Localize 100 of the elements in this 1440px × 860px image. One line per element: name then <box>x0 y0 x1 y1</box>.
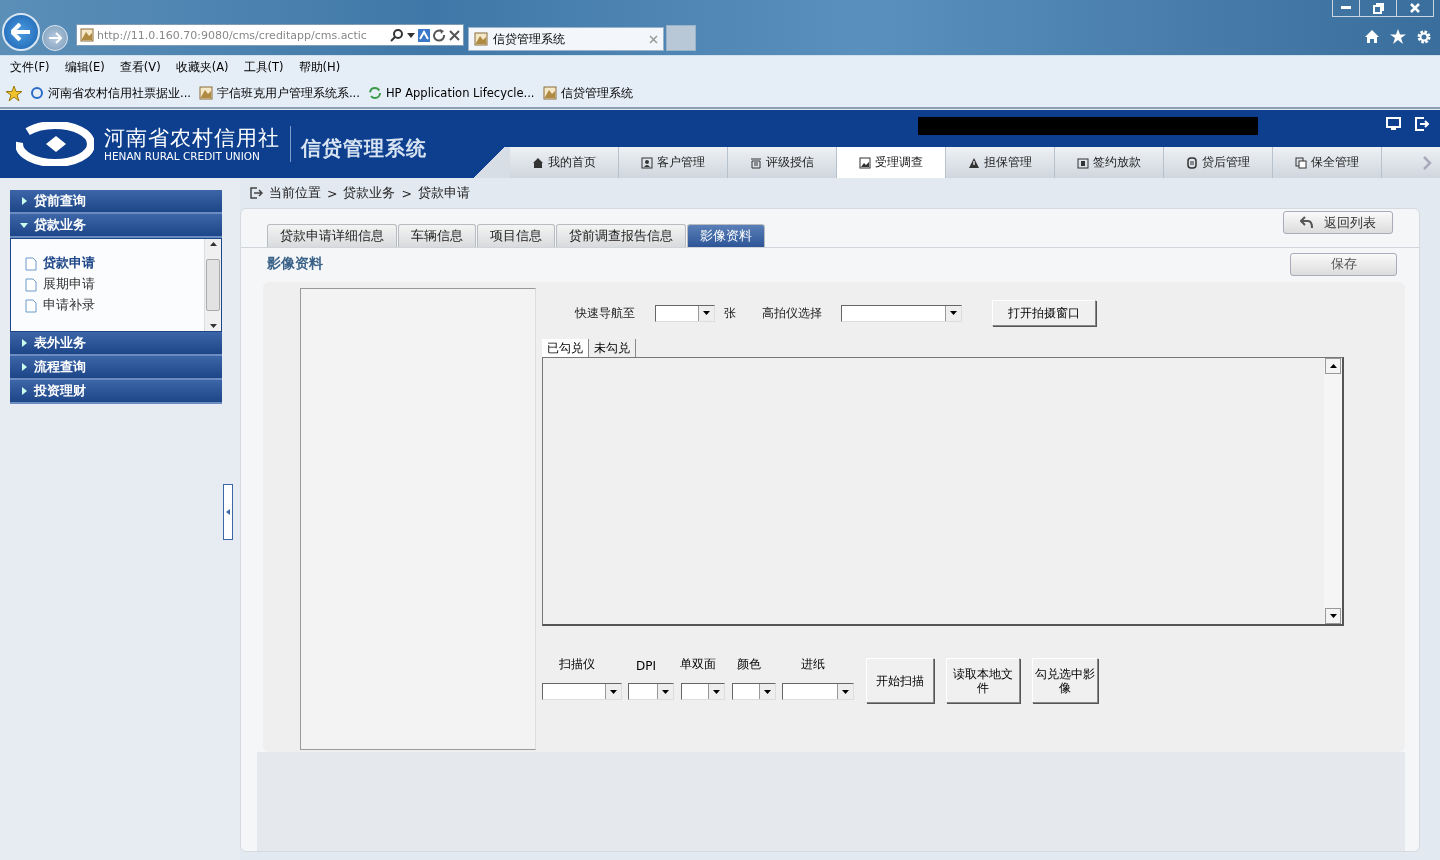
tab[interactable]: 项目信息 <box>477 224 555 247</box>
unit-label: 张 <box>724 304 736 322</box>
sidebar-item[interactable]: 贷款申请 <box>25 255 204 272</box>
org-name-english: HENAN RURAL CREDIT UNION <box>104 150 261 162</box>
caret-right-icon <box>20 339 28 347</box>
scan-button[interactable]: 开始扫描 <box>866 658 934 703</box>
dropdown-field[interactable] <box>782 683 854 700</box>
return-arrow-icon <box>1300 216 1314 229</box>
dropdown-arrow-icon <box>950 311 957 315</box>
scrollbar[interactable] <box>1324 358 1342 624</box>
star-icon[interactable] <box>1390 29 1406 44</box>
page-select[interactable] <box>655 304 715 322</box>
menu-item[interactable]: 帮助(H) <box>298 60 341 75</box>
field-label: DPI <box>636 659 657 673</box>
scroll-up-icon[interactable] <box>209 242 217 246</box>
collapse-handle[interactable] <box>223 484 233 540</box>
favorite-link[interactable]: 宇信班克用户管理系统系... <box>198 85 360 101</box>
tab[interactable]: 贷前调查报告信息 <box>556 224 686 247</box>
back-to-list-button[interactable]: 返回列表 <box>1283 211 1393 234</box>
dropdown-field[interactable] <box>542 683 622 700</box>
sidebar-section[interactable]: 表外业务 <box>10 332 222 356</box>
copy-icon <box>1295 156 1307 169</box>
restore-icon <box>1372 2 1384 14</box>
camera-label: 高拍仪选择 <box>762 304 822 322</box>
check-tab[interactable]: 已勾兑 <box>542 339 589 357</box>
sidebar-item[interactable]: 申请补录 <box>25 297 204 314</box>
forward-arrow-icon <box>48 32 62 44</box>
nav-tab[interactable]: 担保管理 <box>946 147 1055 178</box>
monitor-icon[interactable] <box>1386 117 1401 131</box>
minimize-icon <box>1341 6 1351 10</box>
favorite-link[interactable]: 信贷管理系统 <box>542 85 633 101</box>
sidebar-section[interactable]: 投资理财 <box>10 380 222 404</box>
logo-icon <box>16 122 94 166</box>
forward-button[interactable] <box>42 25 68 51</box>
document-icon <box>25 277 37 292</box>
scrollbar[interactable] <box>204 239 221 331</box>
home-icon[interactable] <box>1364 29 1380 44</box>
nav-tab[interactable]: 签约放款 <box>1055 147 1164 178</box>
address-field[interactable]: http://11.0.160.70:9080/cms/creditapp/cms.actic <box>76 24 464 46</box>
breadcrumb-item: 贷款申请 <box>417 184 470 202</box>
dropdown-field[interactable] <box>732 683 776 700</box>
close-icon <box>1410 3 1420 13</box>
scroll-up-icon[interactable] <box>1329 364 1337 368</box>
nav-tab[interactable]: 我的首页 <box>510 147 619 178</box>
close-icon <box>649 34 658 44</box>
save-button[interactable]: 保存 <box>1290 252 1397 276</box>
dropdown-arrow-icon <box>407 32 415 38</box>
sidebar-section[interactable]: 流程查询 <box>10 356 222 380</box>
breadcrumb-item: 贷款业务 <box>343 184 396 202</box>
menu-item[interactable]: 文件(F) <box>10 60 50 75</box>
sidebar-section[interactable]: 贷款业务 <box>10 214 222 238</box>
sidebar-section[interactable]: 贷前查询 <box>10 190 222 214</box>
tab[interactable]: 车辆信息 <box>398 224 476 247</box>
scroll-down-icon[interactable] <box>209 324 217 328</box>
dropdown-field[interactable] <box>628 683 674 700</box>
breadcrumb-label: 当前位置 <box>269 184 321 202</box>
home-icon <box>532 156 544 169</box>
open-camera-button[interactable]: 打开拍摄窗口 <box>992 300 1096 326</box>
nav-tab[interactable]: 贷后管理 <box>1164 147 1273 178</box>
browser-tab[interactable]: 信贷管理系统 <box>468 27 664 51</box>
sidebar-item[interactable]: 展期申请 <box>25 276 204 293</box>
favorite-link[interactable]: HP Application Lifecycle... <box>367 86 535 100</box>
settings-icon[interactable] <box>1416 29 1432 45</box>
nav-tab[interactable]: 客户管理 <box>619 147 728 178</box>
nav-tab[interactable]: 评级授信 <box>728 147 837 178</box>
scan-button[interactable]: 勾兑选中影像 <box>1032 658 1098 703</box>
menu-item[interactable]: 编辑(E) <box>64 60 105 75</box>
scroll-down-icon[interactable] <box>1329 614 1337 618</box>
tab[interactable]: 影像资料 <box>687 224 765 247</box>
nav-tab[interactable]: 保全管理 <box>1273 147 1382 178</box>
favorite-link[interactable]: 河南省农村信用社票据业... <box>30 85 191 101</box>
system-title: 信贷管理系统 <box>301 134 427 162</box>
camera-select[interactable] <box>841 304 962 322</box>
scan-button[interactable]: 读取本地文件 <box>946 658 1020 703</box>
org-name: 河南省农村信用社 <box>104 126 280 150</box>
dropdown-field[interactable] <box>681 683 725 700</box>
page-icon <box>80 28 94 42</box>
refresh-icon <box>433 28 446 42</box>
back-button[interactable] <box>2 13 40 51</box>
back-arrow-icon <box>11 23 31 41</box>
close-icon <box>449 29 460 41</box>
caret-right-icon <box>20 387 28 395</box>
page-icon <box>542 86 557 100</box>
field-label: 单双面 <box>680 656 717 673</box>
nav-tab[interactable]: 受理调查 <box>837 147 946 178</box>
field-label: 进纸 <box>801 656 826 673</box>
favorites-star-icon[interactable] <box>6 85 22 101</box>
dropdown-arrow-icon <box>764 689 771 694</box>
menu-item[interactable]: 收藏夹(A) <box>175 60 229 75</box>
menu-item[interactable]: 查看(V) <box>119 60 161 75</box>
logout-icon[interactable] <box>1415 117 1430 131</box>
caret-down-icon <box>20 221 28 229</box>
image-icon <box>859 156 871 169</box>
breadcrumb-separator: > <box>327 185 338 201</box>
menu-item[interactable]: 工具(T) <box>243 60 284 75</box>
section-title: 影像资料 <box>267 255 323 273</box>
dropdown-arrow-icon <box>610 689 617 694</box>
tab[interactable]: 贷款申请详细信息 <box>267 224 397 247</box>
sync-icon <box>367 86 382 100</box>
dropdown-arrow-icon <box>713 689 720 694</box>
